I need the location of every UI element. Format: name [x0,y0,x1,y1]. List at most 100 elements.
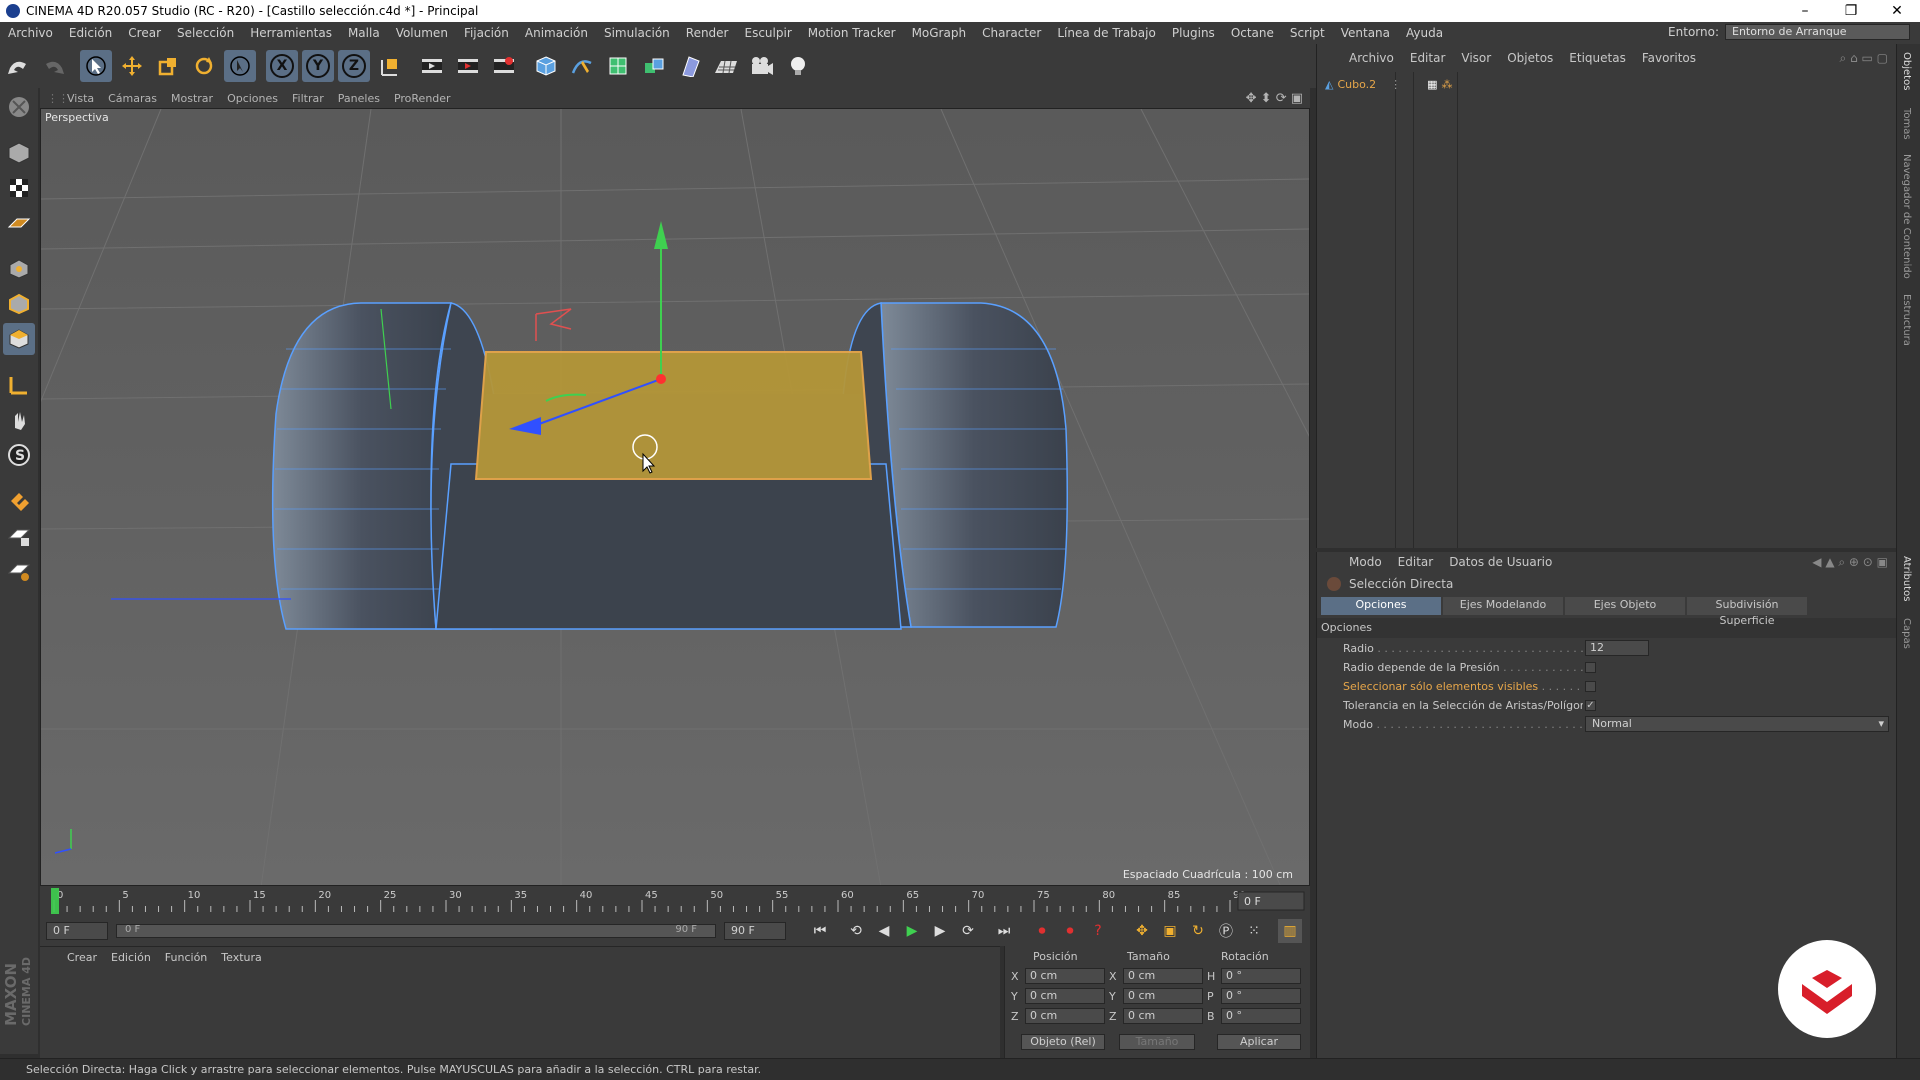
rotate-tool-icon[interactable] [188,50,220,82]
snap-icon[interactable] [3,485,35,517]
menu-linea-de-trabajo[interactable]: Línea de Trabajo [1049,26,1164,40]
menu-mograph[interactable]: MoGraph [904,26,975,40]
selection-tag-icon[interactable]: ⁂ [1442,78,1453,91]
menu-render[interactable]: Render [678,26,737,40]
subdivision-surface-icon[interactable] [602,50,634,82]
size-z-field[interactable]: 0 cm [1123,1008,1203,1024]
rotation-p-field[interactable]: 0 ° [1221,988,1301,1004]
restore-button[interactable]: ❐ [1828,0,1874,22]
go-to-start-icon[interactable]: ⏮ [808,919,832,943]
end-frame-field[interactable]: 90 F [724,922,786,940]
side-tab-objetos[interactable]: Objetos [1901,52,1912,90]
keyframe-selection-icon[interactable]: ? [1086,919,1110,943]
viewport-menu-camaras[interactable]: Cámaras [101,92,164,105]
timeline-layout-icon[interactable]: ▥ [1278,919,1302,943]
position-y-field[interactable]: 0 cm [1025,988,1105,1004]
side-tab-tomas[interactable]: Tomas [1901,108,1912,140]
viewport-menu-filtrar[interactable]: Filtrar [285,92,331,105]
key-rotation-icon[interactable]: ↻ [1186,919,1210,943]
texture-mode-icon[interactable] [3,172,35,204]
frame-range-slider[interactable]: 0 F 90 F [116,924,716,938]
go-to-end-icon[interactable]: ⏭ [992,919,1016,943]
position-z-field[interactable]: 0 cm [1025,1008,1105,1024]
texture-tag-icon[interactable]: ▦ [1427,78,1437,91]
edges-mode-icon[interactable] [3,288,35,320]
apply-button[interactable]: Aplicar [1217,1034,1301,1050]
scene-canvas[interactable] [41,109,1310,886]
menu-seleccion[interactable]: Selección [169,26,242,40]
select-tool-icon[interactable] [80,50,112,82]
scale-tool-icon[interactable] [152,50,184,82]
close-button[interactable]: ✕ [1874,0,1920,22]
object-menu-etiquetas[interactable]: Etiquetas [1561,51,1634,65]
rotation-b-field[interactable]: 0 ° [1221,1008,1301,1024]
viewport-menu-opciones[interactable]: Opciones [220,92,285,105]
workplane-icon[interactable] [3,207,35,239]
object-row-cubo2[interactable]: ◭ Cubo.2 ⋮ ▦ ⁂ [1325,74,1453,94]
radio-presion-checkbox[interactable] [1585,661,1596,673]
viewport-navigation-icons[interactable]: ✥ ⬍ ⟳ ▣ [1239,91,1310,106]
menu-herramientas[interactable]: Herramientas [242,26,340,40]
gizmo-center[interactable] [656,374,666,384]
coordinate-mode-dropdown[interactable]: Objeto (Rel) [1021,1034,1105,1050]
menu-archivo[interactable]: Archivo [0,26,61,40]
size-x-field[interactable]: 0 cm [1123,968,1203,984]
record-active-icon[interactable]: ⏺ [1030,919,1054,943]
render-view-icon[interactable] [416,50,448,82]
menu-edicion[interactable]: Edición [61,26,120,40]
menu-ventana[interactable]: Ventana [1333,26,1398,40]
environment-dropdown[interactable]: Entorno de Arranque [1725,24,1910,40]
material-menu-edicion[interactable]: Edición [104,951,158,964]
object-panel-icons[interactable]: ⌕ ⌂ ▭ ▢ [1832,51,1896,66]
render-settings-icon[interactable] [488,50,520,82]
side-tab-capas[interactable]: Capas [1901,618,1912,649]
menu-simulacion[interactable]: Simulación [596,26,678,40]
viewport-menu-vista[interactable]: Vista [60,92,101,105]
render-picture-viewer-icon[interactable] [452,50,484,82]
play-icon[interactable]: ▶ [900,919,924,943]
menu-motion-tracker[interactable]: Motion Tracker [800,26,904,40]
object-menu-objetos[interactable]: Objetos [1499,51,1561,65]
tweak-mode-icon[interactable] [3,404,35,436]
viewport-menu-paneles[interactable]: Paneles [331,92,387,105]
axis-y-lock-button[interactable]: Y [302,50,334,82]
viewport-menu-prorender[interactable]: ProRender [387,92,458,105]
tab-ejes-objeto[interactable]: Ejes Objeto [1565,597,1685,615]
object-menu-archivo[interactable]: Archivo [1341,51,1402,65]
attribute-nav-icons[interactable]: ◀ ▲ ⌕ ⊕ ⊙ ▣ [1804,555,1896,570]
center-cube[interactable] [435,351,902,630]
light-icon[interactable] [782,50,814,82]
menu-volumen[interactable]: Volumen [388,26,456,40]
material-menu-crear[interactable]: Crear [60,951,104,964]
menu-ayuda[interactable]: Ayuda [1398,26,1451,40]
perspective-viewport[interactable]: Perspectiva Espaciado Cuadrícula : 100 c… [40,108,1310,886]
menu-fijacion[interactable]: Fijación [456,26,517,40]
axis-mode-icon[interactable] [3,369,35,401]
cube-primitive-icon[interactable] [530,50,562,82]
previous-frame-icon[interactable]: ◀ [872,919,896,943]
menu-octane[interactable]: Octane [1223,26,1282,40]
side-tab-navegador[interactable]: Navegador de Contenido [1901,154,1912,279]
size-mode-dropdown[interactable]: Tamaño [1119,1034,1195,1050]
menu-animacion[interactable]: Animación [517,26,596,40]
next-key-icon[interactable]: ⟳ [956,919,980,943]
material-menu-textura[interactable]: Textura [214,951,268,964]
menu-character[interactable]: Character [974,26,1049,40]
object-name[interactable]: Cubo.2 [1337,78,1376,91]
previous-key-icon[interactable]: ⟲ [844,919,868,943]
redo-icon[interactable] [38,50,70,82]
playhead[interactable] [51,888,59,914]
key-position-icon[interactable]: ✥ [1130,919,1154,943]
elementos-visibles-checkbox[interactable] [1585,680,1596,692]
next-frame-icon[interactable]: ▶ [928,919,952,943]
tab-opciones[interactable]: Opciones [1321,597,1441,615]
menu-esculpir[interactable]: Esculpir [737,26,800,40]
planar-workplane-icon[interactable] [3,555,35,587]
live-selection-icon[interactable] [224,50,256,82]
key-parameter-icon[interactable]: Ⓟ [1214,919,1238,943]
tab-subdivision-superficie[interactable]: Subdivisión Superficie [1687,597,1807,627]
attribute-menu-modo[interactable]: Modo [1341,555,1390,569]
menu-malla[interactable]: Malla [340,26,388,40]
modo-dropdown[interactable]: Normal ▾ [1585,716,1889,732]
side-tab-atributos[interactable]: Atributos [1901,556,1912,601]
